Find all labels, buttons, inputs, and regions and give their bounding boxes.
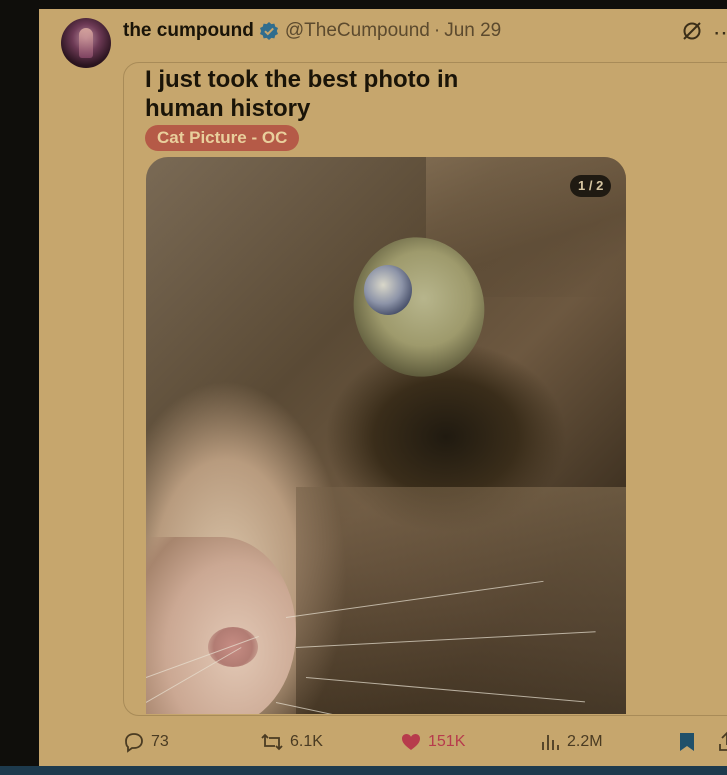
author-handle[interactable]: @TheCumpound: [285, 20, 430, 42]
views-count: 2.2M: [567, 733, 603, 750]
like-count: 151K: [428, 733, 466, 750]
reply-icon: [123, 731, 145, 753]
more-icon[interactable]: ⋯: [713, 20, 727, 46]
repost-button[interactable]: 6.1K: [260, 731, 323, 753]
heart-icon: [400, 731, 422, 753]
author-name[interactable]: the cumpound: [123, 20, 254, 42]
bottom-divider: [0, 766, 727, 775]
like-button[interactable]: 151K: [400, 731, 465, 753]
post-date[interactable]: Jun 29: [444, 20, 501, 42]
post-flair-badge[interactable]: Cat Picture - OC: [145, 125, 300, 151]
tweet-card: the cumpound @TheCumpound · Jun 29 ⋯ I j…: [39, 9, 727, 766]
reply-button[interactable]: 73: [123, 731, 169, 753]
repost-count: 6.1K: [290, 733, 323, 750]
avatar[interactable]: [61, 18, 111, 68]
reply-count: 73: [151, 733, 169, 750]
post-title[interactable]: I just took the best photo in human hist…: [145, 65, 505, 123]
views-icon: [539, 731, 561, 753]
views-button[interactable]: 2.2M: [539, 731, 603, 753]
tweet-header: the cumpound @TheCumpound · Jun 29: [123, 19, 501, 43]
bookmark-icon: [677, 731, 697, 753]
bookmark-button[interactable]: [677, 731, 697, 753]
separator-dot: ·: [433, 20, 441, 41]
post-image[interactable]: 1 / 2: [146, 157, 626, 714]
media-counter: 1 / 2: [570, 175, 612, 197]
grok-icon[interactable]: [681, 20, 703, 42]
verified-badge-icon: [259, 21, 279, 41]
share-button[interactable]: [717, 731, 727, 753]
action-bar: 73 6.1K 151K 2.2M: [123, 731, 727, 755]
repost-icon: [260, 731, 284, 753]
share-icon: [717, 731, 727, 753]
